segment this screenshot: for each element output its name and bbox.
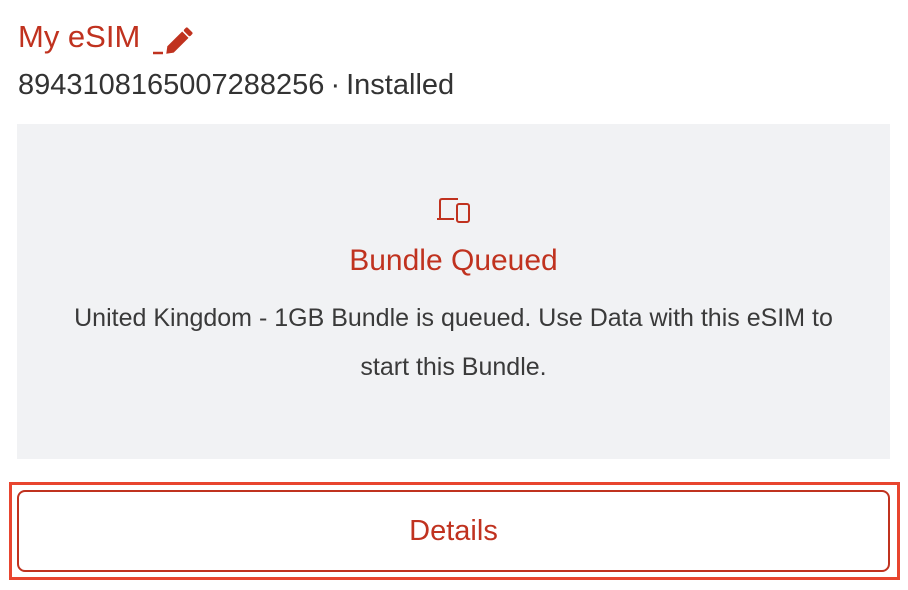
devices-icon bbox=[436, 198, 470, 223]
pencil-icon bbox=[153, 27, 193, 55]
details-button[interactable]: Details bbox=[17, 490, 890, 572]
bundle-status-panel: Bundle Queued United Kingdom - 1GB Bundl… bbox=[17, 124, 890, 459]
status-description: United Kingdom - 1GB Bundle is queued. U… bbox=[74, 304, 833, 381]
esim-state: Installed bbox=[346, 69, 455, 101]
esim-header: My eSIM bbox=[18, 18, 198, 56]
esim-meta: 8943108165007288256 · Installed bbox=[18, 66, 454, 104]
esim-card: My eSIM 8943108165007288256 · Installed Bu… bbox=[0, 0, 908, 590]
edit-name-button[interactable] bbox=[152, 18, 198, 56]
separator: · bbox=[330, 69, 341, 101]
iccid: 8943108165007288256 bbox=[18, 69, 325, 101]
esim-name: My eSIM bbox=[18, 19, 141, 54]
status-title: Bundle Queued bbox=[349, 244, 558, 277]
